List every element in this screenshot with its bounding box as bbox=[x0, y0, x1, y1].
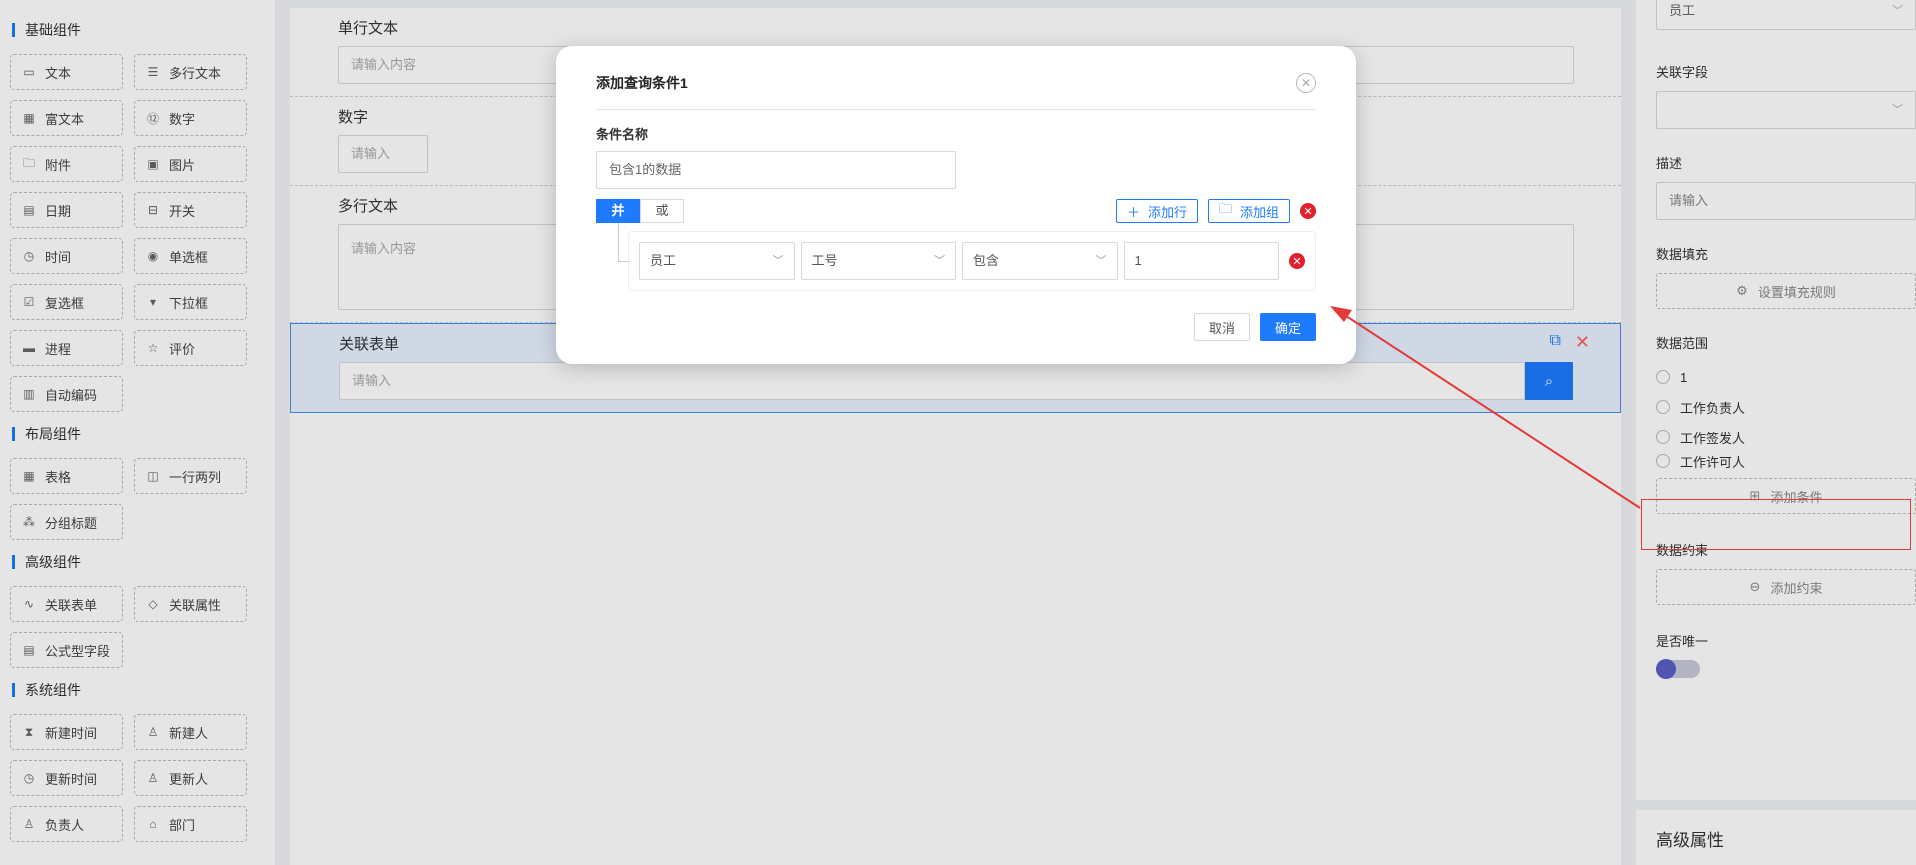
add-row-label: 添加行 bbox=[1147, 204, 1187, 220]
delete-row-icon[interactable]: ✕ bbox=[1289, 253, 1306, 269]
operator-select[interactable]: 包含 ﹀ bbox=[962, 242, 1118, 280]
folder-plus-icon: 🗀 bbox=[1218, 201, 1232, 216]
chevron-down-icon: ﹀ bbox=[934, 255, 946, 267]
add-query-condition-dialog: 添加查询条件1 ✕ 条件名称 包含1的数据 并 或 ＋ 添加行 🗀 添加组 ✕ 员工… bbox=[556, 46, 1356, 364]
dialog-header: 添加查询条件1 ✕ bbox=[596, 46, 1316, 110]
plus-icon: ＋ bbox=[1126, 204, 1140, 220]
logic-or-button[interactable]: 或 bbox=[640, 199, 684, 223]
chevron-down-icon: ﹀ bbox=[772, 255, 784, 267]
logic-actions: ＋ 添加行 🗀 添加组 ✕ bbox=[1115, 199, 1316, 223]
add-row-button[interactable]: ＋ 添加行 bbox=[1115, 199, 1198, 223]
add-group-button[interactable]: 🗀 添加组 bbox=[1207, 199, 1290, 223]
logic-bar: 并 或 ＋ 添加行 🗀 添加组 ✕ bbox=[596, 199, 1316, 223]
chevron-down-icon: ﹀ bbox=[1095, 255, 1107, 267]
operator-select-value: 包含 bbox=[973, 253, 1000, 268]
add-group-label: 添加组 bbox=[1239, 204, 1279, 220]
subfield-select-value: 工号 bbox=[811, 253, 838, 268]
logic-toggle: 并 或 bbox=[596, 199, 684, 223]
confirm-button[interactable]: 确定 bbox=[1259, 313, 1316, 341]
field-select-value: 员工 bbox=[650, 253, 677, 268]
dialog-title: 添加查询条件1 bbox=[596, 74, 688, 91]
close-icon[interactable]: ✕ bbox=[1296, 72, 1316, 93]
logic-and-button[interactable]: 并 bbox=[596, 199, 640, 223]
subfield-select[interactable]: 工号 ﹀ bbox=[800, 242, 957, 280]
annotation-highlight-box bbox=[1641, 499, 1911, 550]
condition-group: 员工 ﹀ 工号 ﹀ 包含 ﹀ 1 ✕ bbox=[618, 223, 1316, 291]
field-select[interactable]: 员工 ﹀ bbox=[639, 242, 795, 280]
condition-name-label: 条件名称 bbox=[596, 127, 649, 142]
condition-name-input[interactable]: 包含1的数据 bbox=[596, 151, 956, 189]
value-input[interactable]: 1 bbox=[1123, 242, 1280, 280]
condition-row: 员工 ﹀ 工号 ﹀ 包含 ﹀ 1 ✕ bbox=[628, 231, 1316, 291]
delete-group-icon[interactable]: ✕ bbox=[1300, 203, 1316, 219]
dialog-footer: 取消 确定 bbox=[596, 313, 1316, 341]
cancel-button[interactable]: 取消 bbox=[1193, 313, 1250, 341]
